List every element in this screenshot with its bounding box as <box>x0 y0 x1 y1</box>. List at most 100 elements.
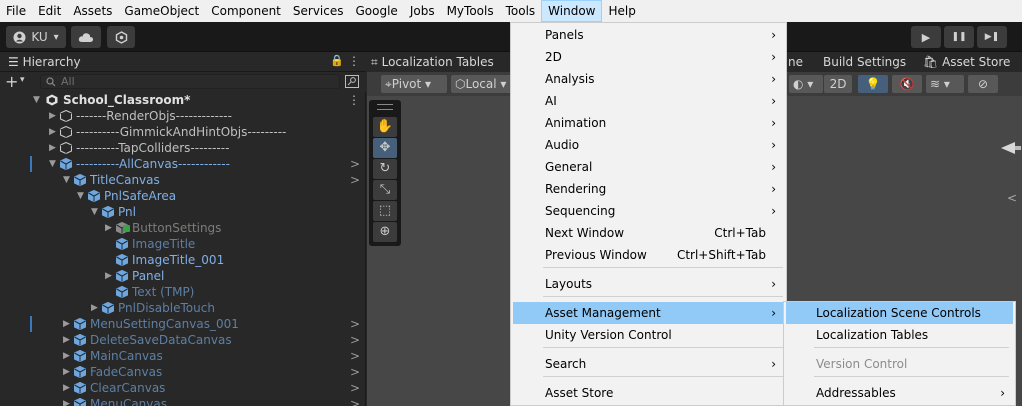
pause-button[interactable]: ❚❚ <box>944 26 974 48</box>
window-menu-item[interactable]: Analysis › <box>513 68 784 90</box>
expand-arrow-icon[interactable]: ▶ <box>91 300 101 316</box>
window-menu-item[interactable]: Asset Store <box>513 382 784 404</box>
rotate-tool[interactable]: ↻ <box>373 159 397 179</box>
expand-arrow-icon[interactable]: ▶ <box>105 220 115 236</box>
hierarchy-row[interactable]: ▶ ClearCanvas > <box>0 380 366 396</box>
hand-tool[interactable]: ✋ <box>373 117 397 137</box>
hierarchy-row[interactable]: ▶ Panel <box>0 268 366 284</box>
expand-arrow-icon[interactable]: ▶ <box>49 124 59 140</box>
hierarchy-row[interactable]: Text (TMP) <box>0 284 366 300</box>
hierarchy-row[interactable]: ▶ MenuSettingCanvas_001 > <box>0 316 366 332</box>
window-menu-item[interactable]: Search › <box>513 353 784 375</box>
chevron-right-icon[interactable]: > <box>350 348 360 364</box>
menu-component[interactable]: Component <box>205 0 287 22</box>
expand-arrow-icon[interactable]: ▶ <box>63 348 73 364</box>
hierarchy-row[interactable]: ▼ Pnl <box>0 204 366 220</box>
scale-tool[interactable]: ⤡ <box>373 180 397 200</box>
expand-arrow-icon[interactable]: ▼ <box>91 204 101 220</box>
scene-gizmo-icon[interactable] <box>1001 141 1021 155</box>
chevron-right-icon[interactable]: > <box>350 172 360 188</box>
effects-dropdown[interactable]: ≋ ▾ <box>926 75 964 93</box>
hierarchy-row[interactable]: ▶ ----------TapColliders--------- <box>0 140 366 156</box>
move-tool[interactable]: ✥ <box>373 138 397 158</box>
tab-localization-tables[interactable]: ⌗ Localization Tables <box>371 55 494 70</box>
menu-tools[interactable]: Tools <box>500 0 542 22</box>
chevron-right-icon[interactable]: > <box>350 316 360 332</box>
collab-button[interactable] <box>107 26 135 48</box>
menu-file[interactable]: File <box>0 0 32 22</box>
window-menu-item[interactable]: Next Window Ctrl+Tab <box>513 222 784 244</box>
toggle-2d-button[interactable]: 2D <box>824 75 852 93</box>
tab-scene-partial[interactable]: ne <box>788 55 803 69</box>
hierarchy-row[interactable]: ▼ ----------AllCanvas------------ > <box>0 156 366 172</box>
shading-dropdown[interactable]: ◐ ▾ <box>789 75 823 93</box>
expand-arrow-icon[interactable]: ▶ <box>63 364 73 380</box>
cloud-button[interactable] <box>71 26 101 48</box>
expand-arrow-icon[interactable]: ▼ <box>77 188 87 204</box>
hierarchy-row[interactable]: ▶ DeleteSaveDataCanvas > <box>0 332 366 348</box>
transform-tool[interactable]: ⊕ <box>373 222 397 242</box>
hierarchy-row[interactable]: ▶ ButtonSettings <box>0 220 366 236</box>
hierarchy-row[interactable]: ▶ -------RenderObjs------------- <box>0 108 366 124</box>
hierarchy-row[interactable]: ▶ MainCanvas > <box>0 348 366 364</box>
hierarchy-row[interactable]: ImageTitle <box>0 236 366 252</box>
chevron-right-icon[interactable]: > <box>350 396 360 406</box>
expand-arrow-icon[interactable]: ▼ <box>33 92 43 108</box>
menu-mytools[interactable]: MyTools <box>441 0 500 22</box>
hidden-objects-toggle[interactable]: ⊘ <box>968 75 998 93</box>
expand-arrow-icon[interactable]: ▶ <box>49 108 59 124</box>
drag-handle[interactable] <box>377 104 393 110</box>
expand-arrow-icon[interactable]: ▼ <box>49 156 59 172</box>
expand-arrow-icon[interactable]: ▶ <box>63 332 73 348</box>
window-menu-item[interactable]: General › <box>513 156 784 178</box>
rect-tool[interactable]: ⬚ <box>373 201 397 221</box>
local-dropdown[interactable]: ⬡Local ▾ <box>451 75 517 93</box>
more-icon[interactable]: ⋮ <box>348 54 360 68</box>
window-menu-item[interactable]: Audio › <box>513 134 784 156</box>
lighting-toggle[interactable]: 💡 <box>858 75 888 93</box>
play-button[interactable]: ▶ <box>911 26 941 48</box>
menu-edit[interactable]: Edit <box>32 0 67 22</box>
window-menu-item[interactable]: Rendering › <box>513 178 784 200</box>
account-button[interactable]: KU ▾ <box>6 26 66 48</box>
expand-arrow-icon[interactable]: ▶ <box>63 396 73 406</box>
menu-services[interactable]: Services <box>287 0 350 22</box>
menu-jobs[interactable]: Jobs <box>404 0 441 22</box>
window-menu-item[interactable]: AI › <box>513 90 784 112</box>
expand-arrow-icon[interactable]: ▶ <box>63 380 73 396</box>
hierarchy-row[interactable]: ImageTitle_001 <box>0 252 366 268</box>
hierarchy-row[interactable]: ▼ TitleCanvas > <box>0 172 366 188</box>
chevron-right-icon[interactable]: > <box>350 380 360 396</box>
hierarchy-row[interactable]: ▶ ----------GimmickAndHintObjs--------- <box>0 124 366 140</box>
hierarchy-row[interactable]: ▶ FadeCanvas > <box>0 364 366 380</box>
more-icon[interactable]: ⋮ <box>348 92 360 108</box>
window-menu-item[interactable]: Asset Management › <box>513 302 784 324</box>
menu-gameobject[interactable]: GameObject <box>118 0 205 22</box>
tab-build-settings[interactable]: Build Settings <box>823 55 906 69</box>
chevron-right-icon[interactable]: > <box>350 156 360 172</box>
window-menu-item[interactable]: Unity Version Control <box>513 324 784 346</box>
menu-help[interactable]: Help <box>602 0 641 22</box>
chevron-down-icon[interactable]: ▾ <box>20 75 25 85</box>
submenu-item[interactable]: Addressables › <box>786 382 1013 404</box>
submenu-item[interactable]: Localization Scene Controls <box>786 302 1013 324</box>
hierarchy-search-input[interactable]: All <box>40 74 340 89</box>
search-options-icon[interactable] <box>345 75 359 88</box>
chevron-right-icon[interactable]: > <box>350 364 360 380</box>
window-menu-item[interactable]: Layouts › <box>513 273 784 295</box>
menu-assets[interactable]: Assets <box>67 0 118 22</box>
window-menu-item[interactable]: 2D › <box>513 46 784 68</box>
audio-toggle[interactable]: 🔇 <box>892 75 922 93</box>
expand-arrow-icon[interactable]: ▶ <box>49 140 59 156</box>
submenu-item[interactable]: Localization Tables <box>786 324 1013 346</box>
hierarchy-row[interactable]: ▼ PnlSafeArea <box>0 188 366 204</box>
expand-arrow-icon[interactable]: ▶ <box>105 268 115 284</box>
window-menu-item[interactable]: Animation › <box>513 112 784 134</box>
menu-google[interactable]: Google <box>350 0 404 22</box>
expand-arrow-icon[interactable]: ▶ <box>63 316 73 332</box>
menu-window[interactable]: Window <box>541 0 603 22</box>
hierarchy-tab[interactable]: ☰ Hierarchy 🔒 ⋮ <box>0 53 366 72</box>
scene-root-row[interactable]: ▼ School_Classroom* ⋮ <box>0 92 366 108</box>
step-button[interactable]: ▶❚ <box>977 26 1007 48</box>
tab-asset-store[interactable]: 🛍 Asset Store <box>923 55 1010 69</box>
